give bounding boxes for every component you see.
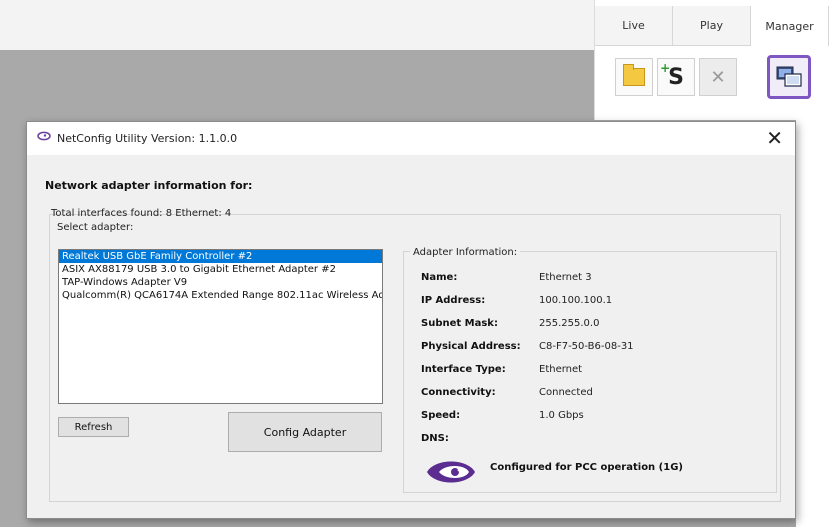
side-panel [796,120,836,527]
info-value-connectivity: Connected [539,387,593,398]
list-item[interactable]: Realtek USB GbE Family Controller #2 [59,250,382,263]
info-label-ip: IP Address: [421,295,486,306]
pcc-status-text: Configured for PCC operation (1G) [490,462,683,473]
list-item[interactable]: Qualcomm(R) QCA6174A Extended Range 802.… [59,289,382,302]
list-item[interactable]: ASIX AX88179 USB 3.0 to Gigabit Ethernet… [59,263,382,276]
tab-bar: Live Play Manager [595,6,836,46]
info-value-speed: 1.0 Gbps [539,410,584,421]
close-icon: ✕ [710,66,726,88]
dialog-title: NetConfig Utility Version: 1.1.0.0 [57,132,238,145]
info-label-subnet: Subnet Mask: [421,318,498,329]
info-label-name: Name: [421,272,458,283]
open-folder-button[interactable] [615,58,653,96]
list-item[interactable]: TAP-Windows Adapter V9 [59,276,382,289]
info-label-mac: Physical Address: [421,341,521,352]
interfaces-count: Total interfaces found: 8 Ethernet: 4 [51,208,232,219]
info-label-speed: Speed: [421,410,461,421]
netconfig-logo-icon [37,131,51,141]
close-button[interactable]: ✕ [766,126,783,150]
add-s-icon: + S [660,60,684,90]
network-config-icon [776,66,802,87]
netconfig-button[interactable] [767,55,811,99]
adapter-listbox[interactable]: Realtek USB GbE Family Controller #2 ASI… [58,249,383,404]
netconfig-dialog: NetConfig Utility Version: 1.1.0.0 ✕ Net… [26,121,796,519]
info-value-name: Ethernet 3 [539,272,592,283]
info-label-connectivity: Connectivity: [421,387,496,398]
info-value-subnet: 255.255.0.0 [539,318,600,329]
tab-manager[interactable]: Manager [751,6,829,46]
manager-toolbar: + S ✕ [595,50,836,110]
add-s-button[interactable]: + S [657,58,695,96]
info-value-mac: C8-F7-50-B6-08-31 [539,341,634,352]
folder-icon [623,64,645,86]
info-value-interface-type: Ethernet [539,364,583,375]
section-heading: Network adapter information for: [45,179,253,192]
remove-button[interactable]: ✕ [699,58,737,96]
tab-play[interactable]: Play [673,6,751,46]
refresh-button[interactable]: Refresh [58,417,129,437]
info-label-interface-type: Interface Type: [421,364,506,375]
select-adapter-label: Select adapter: [57,222,134,233]
pcc-logo-icon [427,461,475,483]
info-label-dns: DNS: [421,433,449,444]
manager-panel: Live Play Manager + S ✕ [594,0,836,120]
adapter-info-title: Adapter Information: [410,247,521,258]
info-value-ip: 100.100.100.1 [539,295,613,306]
dialog-titlebar: NetConfig Utility Version: 1.1.0.0 ✕ [27,122,795,155]
tab-live[interactable]: Live [595,6,673,46]
config-adapter-button[interactable]: Config Adapter [228,412,382,452]
